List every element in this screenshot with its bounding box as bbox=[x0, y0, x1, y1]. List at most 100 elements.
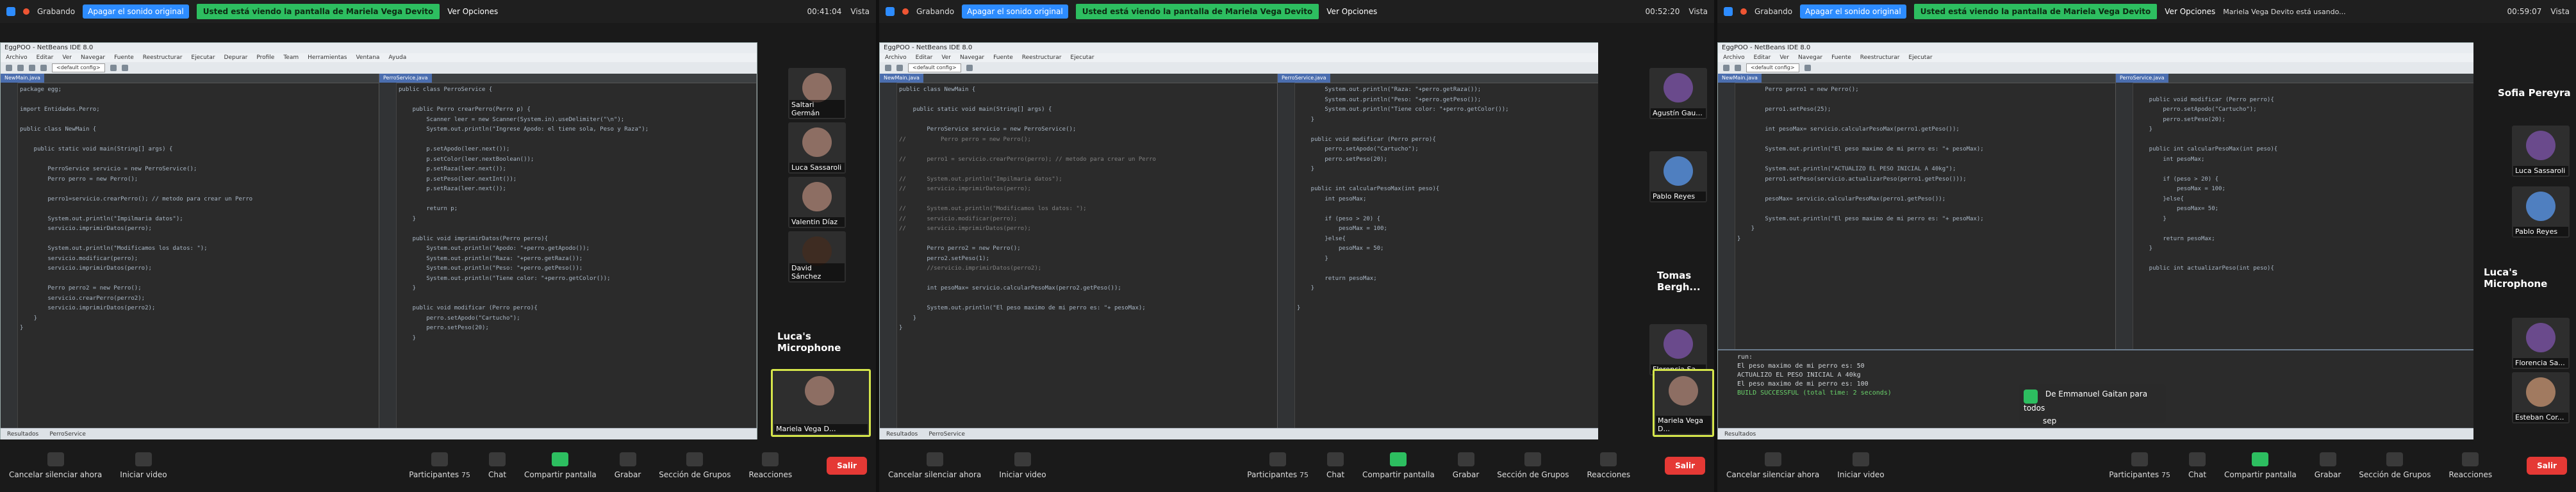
code-left[interactable]: package egg; import Entidades.Perro; publi… bbox=[20, 83, 376, 429]
name-tile[interactable]: Luca's Microphone bbox=[777, 331, 875, 354]
new-file-icon[interactable] bbox=[1723, 65, 1730, 71]
reactions-button[interactable]: Reacciones bbox=[1587, 452, 1630, 479]
participant-tile[interactable]: Luca Sassaroli bbox=[2512, 126, 2570, 177]
menu-item[interactable]: Ejecutar bbox=[191, 53, 215, 62]
share-screen-button[interactable]: Compartir pantalla bbox=[1362, 452, 1435, 479]
config-select[interactable]: <default config> bbox=[908, 63, 961, 72]
menu-item[interactable]: Fuente bbox=[1831, 53, 1851, 62]
record-button[interactable]: Grabar bbox=[615, 452, 641, 479]
menu-item[interactable]: Herramientas bbox=[308, 53, 347, 62]
participants-button[interactable]: Participantes 75 bbox=[2109, 452, 2170, 479]
mute-original-button[interactable]: Apagar el sonido original bbox=[962, 4, 1068, 19]
code-left[interactable]: public class NewMain { public static voi… bbox=[899, 83, 1275, 429]
menu-item[interactable]: Reestructurar bbox=[1022, 53, 1062, 62]
participants-button[interactable]: Participantes 75 bbox=[1247, 452, 1309, 479]
menu-item[interactable]: Navegar bbox=[1798, 53, 1822, 62]
editor-tab[interactable]: PerroService.java bbox=[1278, 74, 1330, 83]
participant-tile[interactable]: David Sánchez bbox=[788, 231, 846, 283]
participant-tile[interactable]: Saltari Germán bbox=[788, 68, 846, 119]
reactions-button[interactable]: Reacciones bbox=[2448, 452, 2492, 479]
view-options-button[interactable]: Ver Opciones bbox=[447, 7, 498, 16]
view-button[interactable]: Vista bbox=[1688, 7, 1708, 16]
menu-item[interactable]: Editar bbox=[916, 53, 933, 62]
editor-tab[interactable]: NewMain.java bbox=[1, 74, 44, 83]
view-options-button[interactable]: Ver Opciones bbox=[1326, 7, 1377, 16]
menu-item[interactable]: Reestructurar bbox=[143, 53, 183, 62]
participant-tile[interactable]: Florencia Sa... bbox=[2512, 318, 2570, 369]
participant-tile[interactable]: Esteban Cor... bbox=[2512, 372, 2570, 423]
participant-tile-active[interactable]: Mariela Vega D... bbox=[1653, 369, 1714, 437]
menu-item[interactable]: Ejecutar bbox=[1070, 53, 1094, 62]
view-options-button[interactable]: Ver Opciones bbox=[2165, 7, 2215, 16]
menu-item[interactable]: Depurar bbox=[224, 53, 248, 62]
editor-tab[interactable]: PerroService.java bbox=[379, 74, 432, 83]
run-icon[interactable] bbox=[966, 65, 973, 71]
breakout-button[interactable]: Sección de Grupos bbox=[2359, 452, 2431, 479]
participant-tile[interactable]: Agustín Gau... bbox=[1649, 68, 1707, 119]
menu-item[interactable]: Archivo bbox=[1723, 53, 1745, 62]
leave-button[interactable]: Salir bbox=[2527, 457, 2567, 475]
editor-tab[interactable]: PerroService.java bbox=[2116, 74, 2168, 83]
share-screen-button[interactable]: Compartir pantalla bbox=[524, 452, 597, 479]
mute-button[interactable]: Cancelar silenciar ahora bbox=[1726, 452, 1819, 479]
share-screen-button[interactable]: Compartir pantalla bbox=[2224, 452, 2297, 479]
leave-button[interactable]: Salir bbox=[827, 457, 867, 475]
participant-tile[interactable]: Valentin Díaz bbox=[788, 177, 846, 228]
code-right[interactable]: System.out.println("Raza: "+perro.getRaz… bbox=[1297, 83, 1626, 429]
menu-item[interactable]: Navegar bbox=[81, 53, 105, 62]
name-tile[interactable]: Tomas Bergh... bbox=[1657, 270, 1713, 293]
chat-button[interactable]: Chat bbox=[2188, 452, 2206, 479]
new-file-icon[interactable] bbox=[885, 65, 891, 71]
code-right[interactable]: public class PerroService { public Perro… bbox=[399, 83, 754, 429]
participant-tile[interactable]: Florencia Sa... bbox=[1649, 324, 1707, 375]
video-button[interactable]: Iniciar video bbox=[120, 452, 167, 479]
chat-button[interactable]: Chat bbox=[1326, 452, 1344, 479]
mute-button[interactable]: Cancelar silenciar ahora bbox=[9, 452, 102, 479]
mute-original-button[interactable]: Apagar el sonido original bbox=[1800, 4, 1906, 19]
new-file-icon[interactable] bbox=[6, 65, 12, 71]
menu-item[interactable]: Editar bbox=[37, 53, 54, 62]
breakout-button[interactable]: Sección de Grupos bbox=[659, 452, 731, 479]
menu-item[interactable]: Editar bbox=[1754, 53, 1771, 62]
name-tile[interactable]: Sofia Pereyra bbox=[2498, 87, 2571, 99]
run-icon[interactable] bbox=[110, 65, 117, 71]
mute-button[interactable]: Cancelar silenciar ahora bbox=[888, 452, 981, 479]
video-button[interactable]: Iniciar video bbox=[1837, 452, 1885, 479]
participant-tile[interactable]: Pablo Reyes bbox=[1649, 151, 1707, 202]
participant-tile[interactable]: Luca Sassaroli bbox=[788, 122, 846, 174]
editor-tab[interactable]: NewMain.java bbox=[1718, 74, 1762, 83]
menu-item[interactable]: Fuente bbox=[993, 53, 1013, 62]
menu-item[interactable]: Ayuda bbox=[388, 53, 406, 62]
leave-button[interactable]: Salir bbox=[1665, 457, 1705, 475]
view-button[interactable]: Vista bbox=[2550, 7, 2570, 16]
participant-tile-active[interactable]: Mariela Vega D... bbox=[771, 369, 871, 437]
breakout-button[interactable]: Sección de Grupos bbox=[1497, 452, 1569, 479]
debug-icon[interactable] bbox=[121, 65, 128, 71]
menu-item[interactable]: Ver bbox=[1779, 53, 1789, 62]
open-project-icon[interactable] bbox=[17, 65, 24, 71]
record-button[interactable]: Grabar bbox=[1453, 452, 1479, 479]
participant-tile[interactable]: Pablo Reyes bbox=[2512, 186, 2570, 238]
config-select[interactable]: <default config> bbox=[52, 63, 105, 72]
menu-item[interactable]: Navegar bbox=[960, 53, 984, 62]
chat-button[interactable]: Chat bbox=[488, 452, 506, 479]
save-icon[interactable] bbox=[896, 65, 903, 71]
menu-item[interactable]: Ver bbox=[62, 53, 72, 62]
menu-item[interactable]: Archivo bbox=[885, 53, 907, 62]
editor-tab[interactable]: NewMain.java bbox=[880, 74, 923, 83]
menu-item[interactable]: Team bbox=[283, 53, 299, 62]
video-button[interactable]: Iniciar video bbox=[999, 452, 1046, 479]
code-right[interactable]: public void modificar (Perro perro){ per… bbox=[2135, 83, 2471, 352]
menu-item[interactable]: Ver bbox=[941, 53, 951, 62]
participants-button[interactable]: Participantes 75 bbox=[409, 452, 470, 479]
menu-item[interactable]: Ejecutar bbox=[1908, 53, 1932, 62]
name-tile[interactable]: Luca's Microphone bbox=[2484, 266, 2576, 290]
code-left[interactable]: Perro perro1 = new Perro(); perro1.setPe… bbox=[1737, 83, 2113, 352]
menu-item[interactable]: Ventana bbox=[356, 53, 379, 62]
config-select[interactable]: <default config> bbox=[1746, 63, 1799, 72]
mute-original-button[interactable]: Apagar el sonido original bbox=[83, 4, 189, 19]
chat-toast[interactable]: De Emmanuel Gaitan para todos sep bbox=[2019, 384, 2166, 425]
menu-item[interactable]: Archivo bbox=[6, 53, 28, 62]
run-icon[interactable] bbox=[1804, 65, 1811, 71]
undo-icon[interactable] bbox=[40, 65, 47, 71]
